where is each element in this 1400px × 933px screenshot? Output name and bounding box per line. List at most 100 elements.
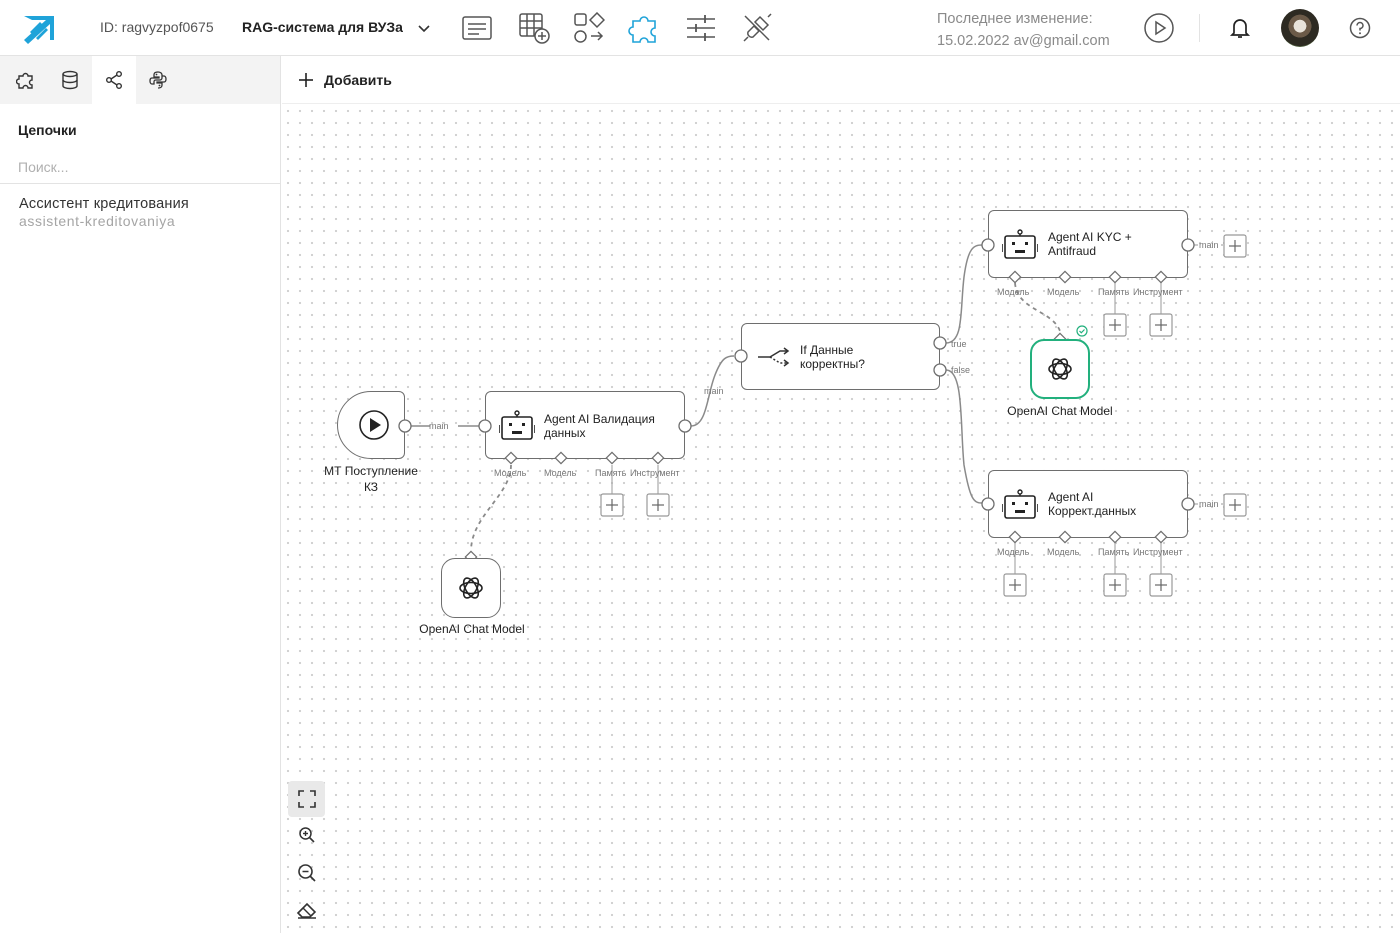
trigger-node[interactable] (337, 391, 405, 459)
last-change-label: Последнее изменение: (937, 11, 1093, 27)
input-port[interactable] (734, 349, 748, 363)
fullscreen-icon (297, 790, 316, 808)
openai-icon (1048, 358, 1072, 380)
document-icon[interactable] (460, 12, 494, 44)
branch-icon (758, 347, 790, 367)
help-button[interactable] (1342, 10, 1378, 46)
project-name[interactable]: RAG-система для ВУЗа (242, 19, 403, 35)
agent-validation-node[interactable]: Agent AI Валидация данных (485, 391, 685, 459)
add-memory-button[interactable] (1103, 313, 1127, 337)
port-label: Память (595, 468, 627, 478)
memory-port[interactable] (605, 451, 619, 465)
output-port[interactable] (1181, 497, 1195, 511)
edge-if-false (945, 369, 983, 504)
memory-port[interactable] (1108, 270, 1122, 284)
tool-port[interactable] (1154, 270, 1168, 284)
tab-chains[interactable] (92, 56, 136, 104)
port-label: Модель (997, 287, 1030, 297)
search-input[interactable] (18, 156, 268, 178)
python-icon (149, 71, 167, 89)
eraser-icon (296, 902, 316, 919)
bell-icon (1229, 19, 1251, 38)
input-port[interactable] (981, 238, 995, 252)
node-title-line2: Коррект.данных (1048, 504, 1137, 518)
model-port[interactable] (504, 451, 518, 465)
robot-icon (1002, 489, 1038, 519)
model-port[interactable] (554, 451, 568, 465)
memory-port[interactable] (1108, 530, 1122, 544)
table-add-icon[interactable] (517, 12, 551, 44)
openai-icon (459, 577, 483, 599)
play-icon (1144, 13, 1174, 43)
add-model-button[interactable] (1003, 573, 1027, 597)
tool-port[interactable] (651, 451, 665, 465)
clear-canvas-button[interactable] (288, 892, 325, 928)
output-port[interactable] (1181, 238, 1195, 252)
node-title-line2: корректны? (800, 357, 865, 371)
tab-database[interactable] (48, 56, 92, 104)
port-label: Инструмент (1133, 547, 1183, 557)
zoom-in-button[interactable] (288, 817, 325, 853)
add-next-button[interactable] (1223, 234, 1247, 258)
add-memory-button[interactable] (600, 493, 624, 517)
run-button[interactable] (1141, 10, 1177, 46)
tab-components[interactable] (4, 56, 48, 104)
add-memory-button[interactable] (1103, 573, 1127, 597)
database-icon (62, 70, 78, 90)
add-tool-button[interactable] (1149, 573, 1173, 597)
port-label: Память (1098, 547, 1130, 557)
add-button-label: Добавить (324, 72, 392, 88)
model-port[interactable] (1058, 530, 1072, 544)
workflow-canvas[interactable]: main МТ Поступление КЗ Agent AI Валидаци… (282, 105, 1400, 933)
false-port[interactable] (933, 363, 947, 377)
add-tool-button[interactable] (646, 493, 670, 517)
sliders-icon[interactable] (684, 12, 718, 44)
add-next-button[interactable] (1223, 493, 1247, 517)
list-item[interactable]: Ассистент кредитования assistent-kredito… (0, 192, 280, 236)
output-port[interactable] (678, 419, 692, 433)
tool-port[interactable] (1154, 530, 1168, 544)
last-change-info: Последнее изменение: 15.02.2022 av@gmail… (937, 8, 1110, 52)
node-title-line2: Antifraud (1048, 244, 1097, 258)
output-port[interactable] (398, 419, 412, 433)
edge-label-main: main (1199, 499, 1219, 509)
node-title-line1: Agent AI (1048, 490, 1094, 504)
if-node[interactable]: If Данные корректны? (741, 323, 940, 390)
puzzle-icon[interactable] (628, 12, 662, 44)
port-label: Модель (1047, 547, 1080, 557)
input-port[interactable] (981, 497, 995, 511)
openai-caption: OpenAI Chat Model (1007, 404, 1113, 418)
robot-icon (1002, 229, 1038, 259)
port-label: Инструмент (630, 468, 680, 478)
tab-python[interactable] (136, 56, 180, 104)
model-port[interactable] (1008, 270, 1022, 284)
model-port[interactable] (1058, 270, 1072, 284)
port-label: Инструмент (1133, 287, 1183, 297)
chains-title: Цепочки (18, 122, 77, 138)
notifications-button[interactable] (1222, 10, 1258, 46)
add-button[interactable]: Добавить (298, 68, 392, 92)
avatar[interactable] (1281, 9, 1319, 47)
zoom-out-button[interactable] (288, 855, 325, 891)
agent-kyc-node[interactable]: Agent AI KYC + Antifraud (988, 210, 1188, 278)
input-port[interactable] (478, 419, 492, 433)
openai-chat-model-node-selected[interactable] (1030, 339, 1090, 399)
edge-if-true (945, 244, 983, 344)
app-logo-icon[interactable] (20, 10, 60, 46)
edge-label-main: main (1199, 240, 1219, 250)
shapes-icon[interactable] (572, 12, 606, 44)
port-label: Модель (1047, 287, 1080, 297)
trigger-caption: МТ Поступление КЗ (312, 463, 430, 495)
openai-chat-model-node[interactable] (441, 558, 501, 618)
plug-disconnected-icon[interactable] (740, 12, 774, 44)
divider (0, 183, 280, 184)
agent-correct-node[interactable]: Agent AI Коррект.данных (988, 470, 1188, 538)
chevron-down-icon[interactable] (416, 20, 432, 36)
model-port[interactable] (1008, 530, 1022, 544)
sidebar: Цепочки Ассистент кредитования assistent… (0, 56, 281, 933)
chain-name: Ассистент кредитования (19, 196, 189, 212)
port-label: Модель (997, 547, 1030, 557)
fit-view-button[interactable] (288, 781, 325, 817)
add-tool-button[interactable] (1149, 313, 1173, 337)
true-port[interactable] (933, 336, 947, 350)
